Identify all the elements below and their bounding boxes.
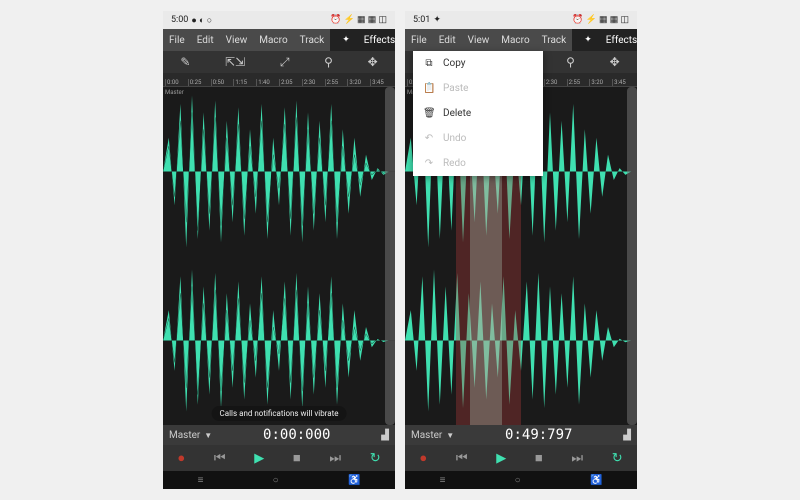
copy-icon: ⧉ (423, 58, 435, 69)
track-selector[interactable]: Master▼ (169, 430, 212, 441)
pencil-icon[interactable]: ✎ (172, 55, 198, 69)
next-button[interactable]: ⏭ (571, 451, 583, 466)
phone-right: 5:01 ✦ ⏰ ⚡ ▦ ▦ ◫ File Edit View Macro Tr… (405, 11, 637, 489)
status-time: 5:01 (413, 15, 430, 25)
context-paste[interactable]: 📋Paste (413, 76, 543, 101)
menu-bar: File Edit View Macro Track ✦Effects (405, 29, 637, 51)
track-label: Master (165, 89, 184, 96)
crop-icon[interactable]: ⇱⇲ (217, 55, 253, 69)
status-icons-left: ✦ (433, 15, 441, 25)
zoom-icon[interactable]: ⚲ (558, 55, 583, 69)
nav-back-icon[interactable]: ≡ (440, 475, 446, 486)
menu-track[interactable]: Track (536, 35, 573, 46)
vibrate-toast: Calls and notifications will vibrate (212, 406, 347, 421)
menu-view[interactable]: View (462, 35, 496, 46)
stop-button[interactable]: ■ (293, 450, 301, 466)
context-undo[interactable]: ↶Undo (413, 126, 543, 151)
status-icons-right: ⏰ ⚡ ▦ ▦ ◫ (572, 15, 629, 25)
menu-edit[interactable]: Edit (433, 35, 462, 46)
track-selector[interactable]: Master▼ (411, 430, 454, 441)
vertical-scrollbar[interactable] (385, 87, 395, 425)
status-icons-left: ● ◐ ○ (191, 15, 212, 26)
menu-macro[interactable]: Macro (495, 35, 535, 46)
transport-bar: ● ⏮ ▶ ■ ⏭ ↻ (405, 445, 637, 471)
status-bar: 5:01 ✦ ⏰ ⚡ ▦ ▦ ◫ (405, 11, 637, 29)
menu-effects[interactable]: ✦Effects (572, 29, 637, 51)
context-delete[interactable]: 🗑Delete (413, 101, 543, 126)
histogram-icon[interactable]: ▟ (623, 430, 631, 441)
bottom-info-bar: Master▼ 0:49:797 ▟ (405, 425, 637, 445)
timecode-display: 0:49:797 (505, 427, 572, 443)
bottom-info-bar: Master▼ 0:00:000 ▟ (163, 425, 395, 445)
status-icons-right: ⏰ ⚡ ▦ ▦ ◫ (330, 15, 387, 25)
menu-file[interactable]: File (163, 35, 191, 46)
zoom-out-icon[interactable]: ⤢ (272, 55, 298, 70)
record-button[interactable]: ● (177, 450, 185, 466)
chevron-down-icon: ▼ (446, 431, 454, 440)
menu-macro[interactable]: Macro (253, 35, 293, 46)
waveform-area[interactable]: Master Ca (163, 87, 395, 425)
status-bar: 5:00 ● ◐ ○ ⏰ ⚡ ▦ ▦ ◫ (163, 11, 395, 29)
next-button[interactable]: ⏭ (329, 451, 341, 466)
tool-row: ✎ ⇱⇲ ⤢ ⚲ ✥ (163, 51, 395, 73)
nav-home-icon[interactable]: ○ (515, 475, 521, 486)
histogram-icon[interactable]: ▟ (381, 430, 389, 441)
prev-button[interactable]: ⏮ (214, 451, 226, 466)
play-button[interactable]: ▶ (496, 451, 506, 466)
time-ruler[interactable]: 0:000:250:501:151:402:052:302:553:203:45 (163, 73, 395, 87)
waveform-channel-bottom (405, 256, 637, 425)
wand-icon: ✦ (578, 35, 598, 45)
menu-file[interactable]: File (405, 35, 433, 46)
android-nav-bar: ≡ ○ ♿ (405, 471, 637, 489)
waveform-channel-bottom (163, 256, 395, 425)
menu-effects[interactable]: ✦Effects (330, 29, 395, 51)
record-button[interactable]: ● (419, 450, 427, 466)
undo-icon: ↶ (423, 133, 435, 144)
nav-back-icon[interactable]: ≡ (198, 475, 204, 486)
phone-left: 5:00 ● ◐ ○ ⏰ ⚡ ▦ ▦ ◫ File Edit View Macr… (163, 11, 395, 489)
transport-bar: ● ⏮ ▶ ■ ⏭ ↻ (163, 445, 395, 471)
prev-button[interactable]: ⏮ (456, 451, 468, 466)
menu-bar: File Edit View Macro Track ✦Effects (163, 29, 395, 51)
loop-button[interactable]: ↻ (612, 451, 623, 466)
delete-icon: 🗑 (423, 108, 435, 119)
move-icon[interactable]: ✥ (602, 55, 628, 69)
wand-icon: ✦ (336, 35, 356, 45)
loop-button[interactable]: ↻ (370, 451, 381, 466)
android-nav-bar: ≡ ○ ♿ (163, 471, 395, 489)
waveform-channel-top (163, 87, 395, 256)
nav-home-icon[interactable]: ○ (273, 475, 279, 486)
move-icon[interactable]: ✥ (360, 55, 386, 69)
context-copy[interactable]: ⧉Copy (413, 51, 543, 76)
stop-button[interactable]: ■ (535, 450, 543, 466)
context-redo[interactable]: ↷Redo (413, 151, 543, 176)
status-time: 5:00 (171, 15, 188, 25)
redo-icon: ↷ (423, 158, 435, 169)
edit-context-menu: ⧉Copy 📋Paste 🗑Delete ↶Undo ↷Redo (413, 51, 543, 176)
chevron-down-icon: ▼ (204, 431, 212, 440)
paste-icon: 📋 (423, 83, 435, 94)
nav-recent-icon[interactable]: ♿ (348, 475, 360, 486)
vertical-scrollbar[interactable] (627, 87, 637, 425)
timecode-display: 0:00:000 (263, 427, 330, 443)
menu-track[interactable]: Track (294, 35, 331, 46)
menu-edit[interactable]: Edit (191, 35, 220, 46)
nav-recent-icon[interactable]: ♿ (590, 475, 602, 486)
play-button[interactable]: ▶ (254, 451, 264, 466)
zoom-icon[interactable]: ⚲ (316, 55, 341, 69)
menu-view[interactable]: View (220, 35, 254, 46)
